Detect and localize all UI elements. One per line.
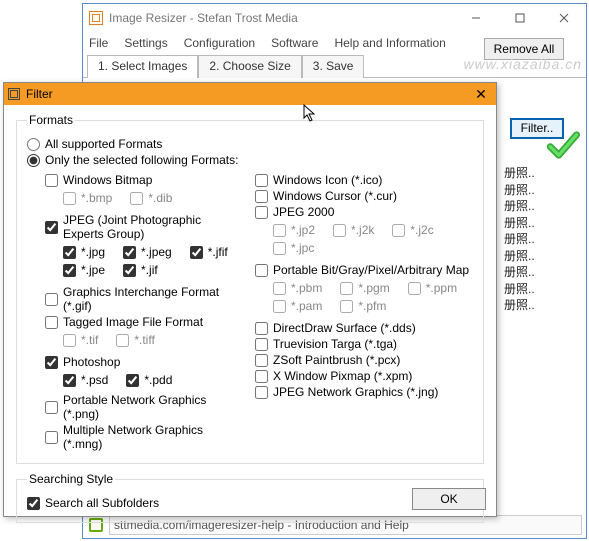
check-cur[interactable]: Windows Cursor (*.cur) [255,189,473,203]
check-pbm[interactable]: *.pbm [273,281,322,295]
tab-save[interactable]: 3. Save [302,55,365,78]
radio-selected-label: Only the selected following Formats: [45,153,238,167]
check-bmp[interactable]: *.bmp [63,191,112,205]
menu-file[interactable]: File [89,36,108,50]
check-pfm[interactable]: *.pfm [340,299,386,313]
check-jpe[interactable]: *.jpe [63,263,105,277]
dialog-buttons: OK [412,488,486,510]
formats-left-column: Windows Bitmap *.bmp *.dib JPEG (Joint P… [27,171,245,453]
check-search-subfolders[interactable]: Search all Subfolders [27,496,473,510]
dialog-titlebar: Filter ✕ [4,83,496,105]
list-item[interactable]: 册照.. [504,230,564,247]
tab-choose-size[interactable]: 2. Choose Size [198,55,301,78]
check-mng[interactable]: Multiple Network Graphics (*.mng) [45,423,245,451]
check-j2c[interactable]: *.j2c [392,223,433,237]
check-jp2[interactable]: *.jp2 [273,223,315,237]
radio-all-input[interactable] [27,138,40,151]
check-ppm[interactable]: *.ppm [408,281,457,295]
radio-selected-input[interactable] [27,154,40,167]
check-jpg[interactable]: *.jpg [63,245,105,259]
watermark-text: www.xiazaiba.cn [464,56,583,72]
menu-configuration[interactable]: Configuration [184,36,255,50]
radio-all-label: All supported Formats [45,137,162,151]
check-pdd[interactable]: *.pdd [126,373,172,387]
file-list[interactable]: 册照.. 册照.. 册照.. 册照.. 册照.. 册照.. 册照.. 册照.. … [504,164,564,313]
check-jpc[interactable]: *.jpc [273,241,314,255]
maximize-button[interactable] [498,4,542,32]
list-item[interactable]: 册照.. [504,296,564,313]
ok-button[interactable]: OK [412,488,486,510]
list-item[interactable]: 册照.. [504,263,564,280]
check-psd[interactable]: *.psd [63,373,108,387]
tab-select-images[interactable]: 1. Select Images [87,55,198,78]
list-item[interactable]: 册照.. [504,181,564,198]
check-jfif[interactable]: *.jfif [190,245,228,259]
check-jpeg2000[interactable]: JPEG 2000 [255,205,473,219]
menu-help[interactable]: Help and Information [334,36,445,50]
check-gif[interactable]: Graphics Interchange Format (*.gif) [45,285,245,313]
filter-dialog: Filter ✕ Formats All supported Formats O… [3,82,497,517]
check-pam[interactable]: *.pam [273,299,322,313]
check-jng[interactable]: JPEG Network Graphics (*.jng) [255,385,473,399]
formats-legend: Formats [27,113,75,127]
formats-group: Formats All supported Formats Only the s… [16,113,484,464]
check-j2k[interactable]: *.j2k [333,223,374,237]
dialog-title: Filter [26,87,53,101]
check-tif[interactable]: *.tif [63,333,98,347]
dialog-close-button[interactable]: ✕ [466,86,496,103]
list-item[interactable]: 册照.. [504,247,564,264]
radio-selected-formats[interactable]: Only the selected following Formats: [27,153,473,167]
check-tiff[interactable]: *.tiff [116,333,154,347]
check-xpm[interactable]: X Window Pixmap (*.xpm) [255,369,473,383]
check-windows-bitmap[interactable]: Windows Bitmap [45,173,245,187]
check-jpeg-group[interactable]: JPEG (Joint Photographic Experts Group) [45,213,245,241]
dialog-body: Formats All supported Formats Only the s… [4,105,496,516]
check-dib[interactable]: *.dib [130,191,172,205]
list-item[interactable]: 册照.. [504,280,564,297]
check-dds[interactable]: DirectDraw Surface (*.dds) [255,321,473,335]
check-pcx[interactable]: ZSoft Paintbrush (*.pcx) [255,353,473,367]
list-item[interactable]: 册照.. [504,164,564,181]
radio-all-formats[interactable]: All supported Formats [27,137,473,151]
close-button[interactable] [542,4,586,32]
formats-right-column: Windows Icon (*.ico) Windows Cursor (*.c… [255,171,473,453]
list-item[interactable]: 册照.. [504,214,564,231]
list-item[interactable]: 册照.. [504,197,564,214]
dialog-icon [8,88,20,100]
check-photoshop[interactable]: Photoshop [45,355,245,369]
titlebar: Image Resizer - Stefan Trost Media [83,4,586,32]
check-tiff-group[interactable]: Tagged Image File Format [45,315,245,329]
check-jif[interactable]: *.jif [123,263,158,277]
app-icon [89,11,103,25]
minimize-button[interactable] [454,4,498,32]
check-portable-map[interactable]: Portable Bit/Gray/Pixel/Arbitrary Map [255,263,473,277]
menu-settings[interactable]: Settings [124,36,167,50]
check-png[interactable]: Portable Network Graphics (*.png) [45,393,245,421]
check-pgm[interactable]: *.pgm [340,281,389,295]
checkmark-icon [546,128,580,162]
menu-software[interactable]: Software [271,36,318,50]
check-ico[interactable]: Windows Icon (*.ico) [255,173,473,187]
check-tga[interactable]: Truevision Targa (*.tga) [255,337,473,351]
window-controls [454,4,586,32]
window-title: Image Resizer - Stefan Trost Media [109,11,298,25]
searching-legend: Searching Style [27,472,115,486]
check-jpeg[interactable]: *.jpeg [123,245,172,259]
